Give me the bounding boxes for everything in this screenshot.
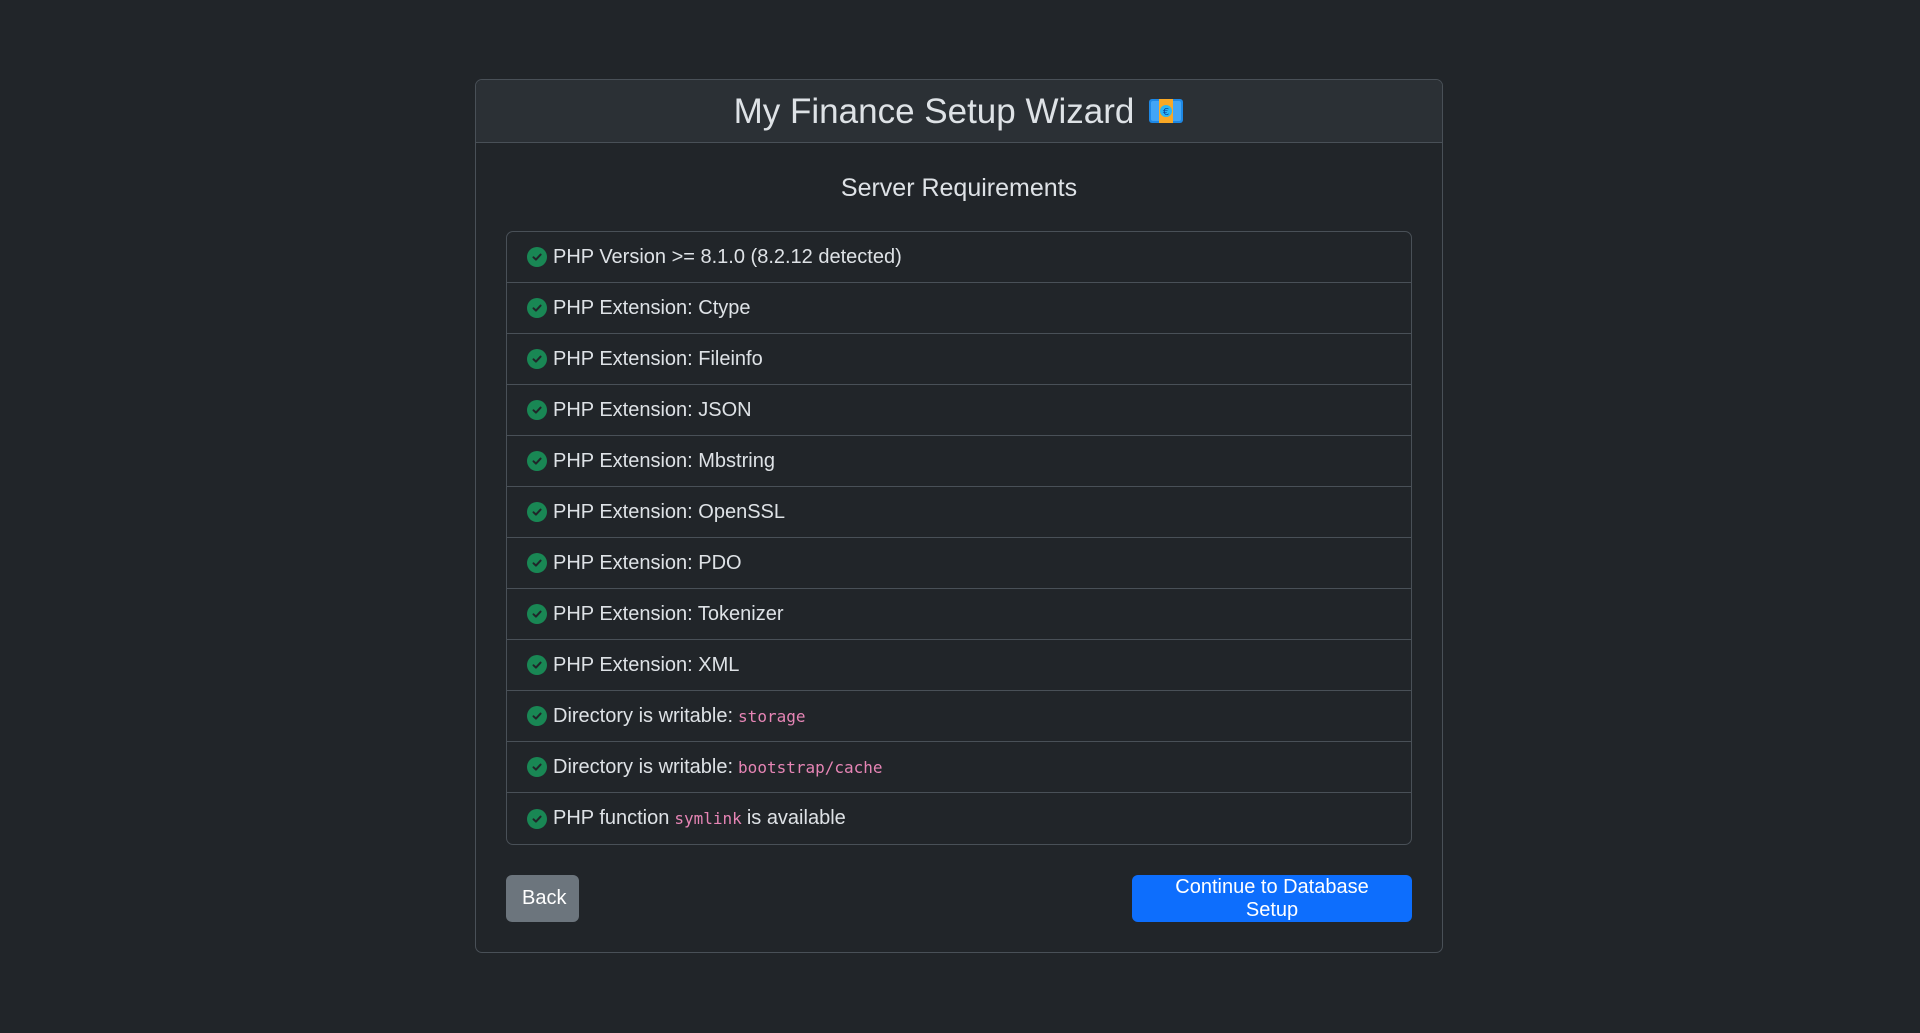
- back-button[interactable]: Back: [506, 875, 579, 922]
- check-circle-icon: [527, 298, 547, 318]
- requirement-label: PHP Extension: Tokenizer: [553, 602, 784, 625]
- requirement-label: PHP Version >= 8.1.0 (8.2.12 detected): [553, 245, 902, 268]
- requirement-code: bootstrap/cache: [738, 757, 883, 777]
- requirement-code: storage: [738, 706, 806, 726]
- requirement-label: PHP Extension: JSON: [553, 398, 752, 421]
- requirement-item: PHP Extension: JSON: [507, 385, 1411, 436]
- requirement-item: Directory is writable: bootstrap/cache: [507, 742, 1411, 793]
- requirement-label: PHP Extension: PDO: [553, 551, 742, 574]
- setup-wizard-card: My Finance Setup Wizard € Server Require…: [475, 79, 1443, 953]
- requirement-code: symlink: [674, 809, 742, 828]
- check-circle-icon: [527, 553, 547, 573]
- requirement-item: PHP Extension: Tokenizer: [507, 589, 1411, 640]
- check-circle-icon: [527, 451, 547, 471]
- requirement-label: PHP Extension: OpenSSL: [553, 500, 785, 523]
- requirement-item: PHP Extension: Ctype: [507, 283, 1411, 334]
- check-circle-icon: [527, 655, 547, 675]
- check-circle-icon: [527, 808, 547, 829]
- requirement-label: PHP Extension: Mbstring: [553, 449, 775, 472]
- requirement-label: Directory is writable:: [553, 755, 734, 778]
- check-circle-icon: [527, 604, 547, 624]
- page-title: My Finance Setup Wizard: [733, 91, 1135, 131]
- requirement-item: PHP Extension: PDO: [507, 538, 1411, 589]
- requirement-item: PHP function symlink is available: [507, 793, 1411, 844]
- money-bill-icon: €: [1148, 97, 1184, 125]
- continue-button[interactable]: Continue to Database Setup: [1132, 875, 1412, 922]
- card-header: My Finance Setup Wizard €: [476, 80, 1442, 143]
- card-body: Server Requirements PHP Version >= 8.1.0…: [476, 143, 1442, 922]
- requirement-label: PHP Extension: XML: [553, 653, 740, 676]
- requirement-label: PHP Extension: Fileinfo: [553, 347, 763, 370]
- check-circle-icon: [527, 757, 547, 777]
- wizard-actions: Back Continue to Database Setup: [506, 875, 1412, 922]
- check-circle-icon: [527, 502, 547, 522]
- requirement-item: PHP Extension: Fileinfo: [507, 334, 1411, 385]
- requirement-label: PHP function: [553, 807, 670, 829]
- check-circle-icon: [527, 706, 547, 726]
- check-circle-icon: [527, 400, 547, 420]
- requirement-item: Directory is writable: storage: [507, 691, 1411, 742]
- section-title: Server Requirements: [840, 174, 1078, 202]
- requirement-label-suffix: is available: [746, 807, 846, 829]
- check-circle-icon: [527, 349, 547, 369]
- requirement-item: PHP Extension: OpenSSL: [507, 487, 1411, 538]
- requirement-label: Directory is writable:: [553, 704, 734, 727]
- svg-text:€: €: [1163, 107, 1169, 118]
- requirement-item: PHP Extension: XML: [507, 640, 1411, 691]
- check-circle-icon: [527, 247, 547, 267]
- requirement-item: PHP Version >= 8.1.0 (8.2.12 detected): [507, 232, 1411, 283]
- requirements-list: PHP Version >= 8.1.0 (8.2.12 detected) PH…: [506, 231, 1412, 845]
- requirement-label: PHP Extension: Ctype: [553, 296, 751, 319]
- requirement-item: PHP Extension: Mbstring: [507, 436, 1411, 487]
